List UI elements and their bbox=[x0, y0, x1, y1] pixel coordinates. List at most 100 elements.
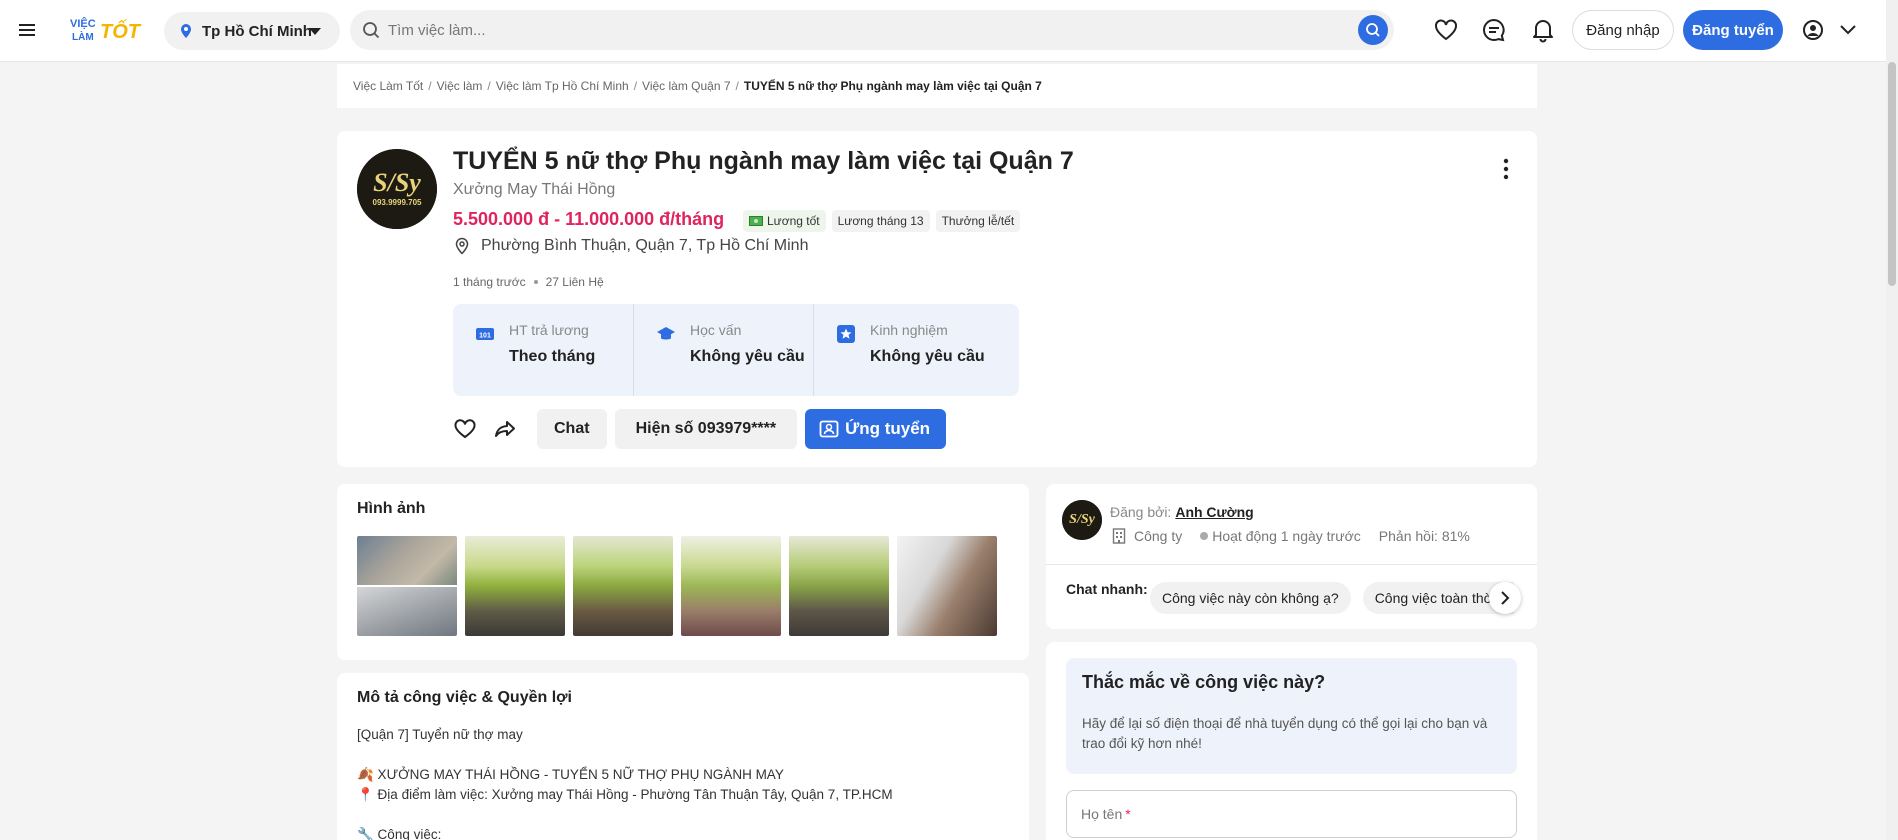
description-title: Mô tả công việc & Quyền lợi bbox=[357, 689, 572, 706]
question-section: Thắc mắc về công việc này? Hãy để lại số… bbox=[1046, 642, 1537, 840]
bell-icon[interactable] bbox=[1530, 17, 1556, 43]
quick-chat-chip[interactable]: Công việc này còn không ạ? bbox=[1150, 582, 1351, 614]
question-text: Hãy để lại số điện thoại để nhà tuyển dụ… bbox=[1082, 716, 1488, 751]
apply-button[interactable]: Ứng tuyển bbox=[805, 409, 947, 449]
poster-meta: Công ty Hoạt động 1 ngày trước Phản hồi:… bbox=[1112, 528, 1470, 544]
info-experience: Kinh nghiệm Không yêu cầu bbox=[813, 304, 993, 396]
gallery-image[interactable] bbox=[789, 536, 889, 636]
gallery-image[interactable] bbox=[357, 536, 457, 636]
search-icon bbox=[1366, 23, 1380, 37]
search-bar bbox=[350, 10, 1394, 50]
chevron-down-icon bbox=[1839, 25, 1856, 35]
graduation-cap-icon bbox=[657, 327, 675, 340]
star-badge-icon bbox=[837, 325, 855, 343]
gallery-image[interactable] bbox=[573, 536, 673, 636]
quick-chat-label: Chat nhanh: bbox=[1066, 581, 1148, 597]
breadcrumb-item[interactable]: Việc làm bbox=[437, 79, 483, 93]
user-icon bbox=[1802, 20, 1823, 40]
description-line bbox=[357, 805, 893, 825]
quick-chat-list: Công việc này còn không ạ? Công việc toà… bbox=[1150, 582, 1514, 614]
heart-icon[interactable] bbox=[1433, 17, 1459, 43]
location-label: Tp Hồ Chí Minh bbox=[202, 22, 312, 40]
breadcrumb-item[interactable]: Việc làm Quận 7 bbox=[642, 79, 731, 93]
breadcrumb-item[interactable]: Việc làm Tp Hồ Chí Minh bbox=[496, 79, 629, 93]
description-section: Mô tả công việc & Quyền lợi [Quận 7] Tuy… bbox=[337, 673, 1029, 840]
share-icon[interactable] bbox=[493, 417, 517, 441]
name-field[interactable]: Họ tên * bbox=[1066, 790, 1517, 838]
more-options-icon[interactable] bbox=[1503, 157, 1509, 181]
login-button[interactable]: Đăng nhập bbox=[1572, 10, 1674, 50]
chevron-right-icon bbox=[1501, 591, 1510, 605]
breadcrumb-item[interactable]: Việc Làm Tốt bbox=[353, 79, 423, 93]
svg-text:TỐT: TỐT bbox=[100, 19, 142, 43]
save-heart-icon[interactable] bbox=[453, 417, 477, 441]
image-gallery bbox=[357, 536, 997, 636]
search-button[interactable] bbox=[1358, 15, 1388, 45]
search-icon bbox=[363, 22, 380, 39]
building-icon bbox=[1112, 528, 1126, 544]
poster-activity: Hoạt động 1 ngày trước bbox=[1212, 528, 1361, 544]
post-job-button[interactable]: Đăng tuyển bbox=[1683, 10, 1783, 50]
images-title: Hình ảnh bbox=[357, 500, 426, 517]
company-name[interactable]: Xưởng May Thái Hồng bbox=[453, 181, 615, 199]
description-line bbox=[357, 745, 893, 765]
brand-logo[interactable]: VIỆC LÀM TỐT bbox=[70, 14, 150, 44]
required-mark: * bbox=[1125, 806, 1131, 822]
svg-text:S/Sy: S/Sy bbox=[1069, 512, 1095, 527]
job-address: Phường Bình Thuận, Quận 7, Tp Hồ Chí Min… bbox=[453, 237, 808, 255]
poster-avatar[interactable]: S/Sy bbox=[1062, 500, 1102, 540]
svg-text:VIỆC: VIỆC bbox=[70, 17, 96, 30]
info-payment: 101 HT trả lương Theo tháng bbox=[453, 304, 633, 396]
info-education: Học vấn Không yêu cầu bbox=[633, 304, 813, 396]
description-line: 📍 Địa điểm làm việc: Xưởng may Thái Hồng… bbox=[357, 787, 893, 802]
status-dot bbox=[1200, 532, 1209, 540]
poster-response: Phản hồi: 81% bbox=[1378, 528, 1470, 544]
gallery-image[interactable] bbox=[897, 536, 997, 636]
posted-by: Đăng bởi: Anh Cường bbox=[1110, 504, 1254, 520]
svg-text:093.9999.705: 093.9999.705 bbox=[373, 198, 422, 207]
account-menu[interactable] bbox=[1794, 12, 1864, 48]
salary-range: 5.500.000 đ - 11.000.000 đ/tháng bbox=[453, 209, 725, 229]
gallery-image[interactable] bbox=[465, 536, 565, 636]
description-line: 🔧 Công việc: bbox=[357, 827, 442, 840]
show-phone-button[interactable]: Hiện số 093979**** bbox=[614, 409, 798, 449]
benefit-tags: Lương tốt Lương tháng 13 Thưởng lễ/tết bbox=[743, 210, 1021, 232]
scrollbar-thumb[interactable] bbox=[1888, 62, 1896, 286]
benefit-tag: Lương tốt bbox=[743, 210, 826, 232]
images-section: Hình ảnh bbox=[337, 484, 1029, 660]
description-body: [Quận 7] Tuyển nữ thợ may 🍂 XƯỞNG MAY TH… bbox=[357, 725, 893, 840]
question-box: Thắc mắc về công việc này? Hãy để lại số… bbox=[1066, 658, 1517, 774]
quick-chat-next-button[interactable] bbox=[1489, 582, 1521, 614]
profile-card-icon bbox=[819, 420, 839, 438]
poster-section: S/Sy Đăng bởi: Anh Cường Công ty Hoạt độn… bbox=[1046, 484, 1537, 629]
question-title: Thắc mắc về công việc này? bbox=[1082, 672, 1326, 692]
top-header: VIỆC LÀM TỐT Tp Hồ Chí Minh Đăng nhập Đă… bbox=[0, 0, 1898, 62]
contact-count: 27 Liên Hệ bbox=[545, 275, 604, 289]
poster-type: Công ty bbox=[1134, 528, 1183, 544]
description-line: 🍂 XƯỞNG MAY THÁI HỒNG - TUYỂN 5 NỮ THỢ P… bbox=[357, 767, 784, 782]
post-meta: 1 tháng trước 27 Liên Hệ bbox=[453, 275, 604, 289]
menu-icon[interactable] bbox=[16, 19, 38, 41]
description-line: [Quận 7] Tuyển nữ thợ may bbox=[357, 727, 523, 742]
gallery-image[interactable] bbox=[681, 536, 781, 636]
chat-button[interactable]: Chat bbox=[537, 409, 607, 449]
search-input[interactable] bbox=[388, 10, 1348, 50]
name-field-label: Họ tên bbox=[1081, 806, 1123, 822]
job-info-box: 101 HT trả lương Theo tháng Học vấn Khôn… bbox=[453, 304, 1019, 396]
breadcrumb-current: TUYỂN 5 nữ thợ Phụ ngành may làm việc tạ… bbox=[743, 79, 1042, 93]
poster-name-link[interactable]: Anh Cường bbox=[1175, 504, 1253, 520]
location-pin-icon bbox=[181, 24, 191, 38]
svg-text:LÀM: LÀM bbox=[72, 30, 94, 43]
svg-text:S/Sy: S/Sy bbox=[373, 168, 421, 197]
caret-down-icon bbox=[309, 28, 321, 35]
chat-icon[interactable] bbox=[1481, 17, 1507, 43]
breadcrumb: Việc Làm Tốt / Việc làm / Việc làm Tp Hồ C… bbox=[337, 64, 1537, 108]
benefit-tag: Lương tháng 13 bbox=[831, 210, 930, 232]
job-actions: Chat Hiện số 093979**** Ứng tuyển bbox=[453, 409, 947, 449]
page-scrollbar[interactable] bbox=[1886, 0, 1898, 840]
money-icon bbox=[749, 216, 763, 226]
job-title: TUYỂN 5 nữ thợ Phụ ngành may làm việc tạ… bbox=[453, 147, 1074, 175]
benefit-tag: Thưởng lễ/tết bbox=[935, 210, 1021, 232]
svg-text:101: 101 bbox=[479, 333, 491, 340]
location-selector[interactable]: Tp Hồ Chí Minh bbox=[164, 12, 340, 50]
